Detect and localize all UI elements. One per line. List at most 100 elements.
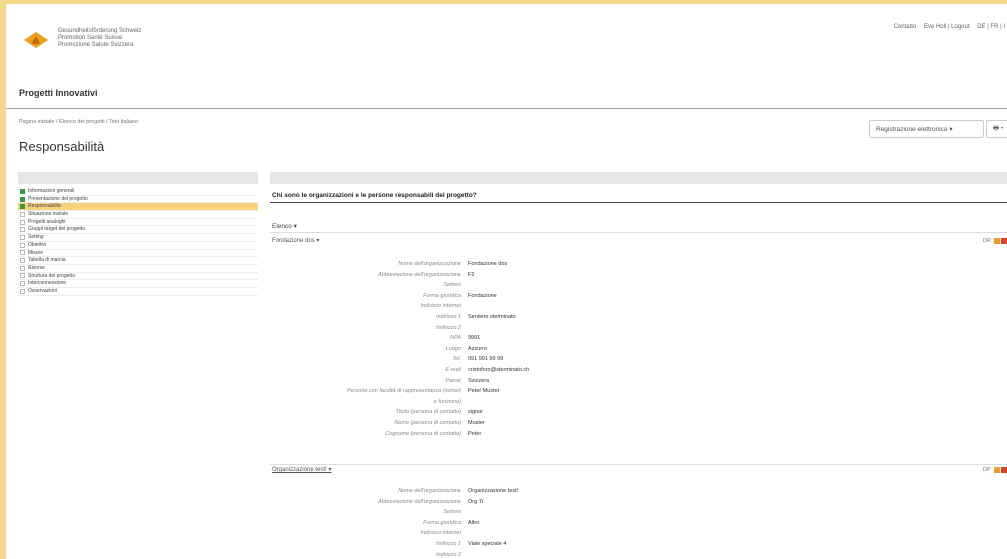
sidebar-item-label: Gruppi target del progetto bbox=[28, 226, 85, 233]
org-tag: DP bbox=[983, 467, 991, 473]
field-row: e funzione) bbox=[276, 397, 776, 408]
field-label: Persone con facoltà di rappresentanza (n… bbox=[346, 388, 461, 395]
field-row: Indirizzo internet bbox=[276, 528, 776, 539]
delete-icon[interactable] bbox=[1001, 238, 1007, 244]
field-row: Forma giuridica Altro bbox=[276, 518, 776, 529]
sidebar-item-label: Osservazioni bbox=[28, 287, 57, 294]
field-row: Indirizzo 2 bbox=[276, 323, 776, 334]
field-label: Nome (persona di contatto) bbox=[394, 419, 461, 426]
top-links: Contatto Eve Holl | Logout DE | FR | I bbox=[888, 24, 1005, 30]
org-toggle[interactable]: Fondazione dos ▾ bbox=[272, 237, 319, 244]
checkbox-icon bbox=[20, 281, 25, 287]
sidebar-item-label: Situazione iniziale bbox=[28, 211, 69, 218]
field-value: Svizzera bbox=[468, 377, 490, 384]
field-label: Indirizzo 2 bbox=[435, 551, 461, 558]
user-logout-link[interactable]: Eve Holl | Logout bbox=[924, 24, 970, 30]
field-value: 9991 bbox=[468, 335, 481, 342]
sidebar-item-label: Progetti analoghi bbox=[28, 218, 66, 225]
field-label: Indirizzo 1 bbox=[435, 540, 461, 547]
field-label: NPA bbox=[450, 335, 461, 342]
logo-line: Promotion Santé Suisse bbox=[58, 35, 123, 41]
field-label: Nome dell'organizzazione bbox=[398, 261, 461, 267]
field-row: E-mail cristoforo@sterminato.ch bbox=[276, 365, 776, 376]
field-value: Org Ti bbox=[468, 498, 483, 505]
list-toggle[interactable]: Elenco ▾ bbox=[272, 222, 297, 230]
logo-icon[interactable] bbox=[22, 26, 50, 52]
app-window: Gesundheitsförderung Schweiz Promotion S… bbox=[6, 4, 1007, 559]
field-value: signor bbox=[468, 409, 483, 416]
check-icon bbox=[20, 196, 25, 202]
field-row: Persone con facoltà di rappresentanza (n… bbox=[276, 386, 776, 397]
edit-icon[interactable] bbox=[994, 467, 1000, 473]
field-value: Sentiero sterminato bbox=[468, 313, 516, 320]
checkbox-icon bbox=[20, 219, 25, 225]
edit-icon[interactable] bbox=[994, 238, 1000, 244]
field-value: F2 bbox=[468, 271, 475, 278]
app-bar: Progetti Innovativi bbox=[6, 76, 1007, 109]
checkbox-icon bbox=[20, 242, 25, 248]
sidebar-item[interactable]: Presentazione del progetto bbox=[18, 196, 258, 204]
sidebar-item[interactable]: Setting bbox=[18, 234, 258, 242]
delete-icon[interactable] bbox=[1001, 467, 1007, 473]
field-label: Cognome (persona di contatto) bbox=[385, 430, 461, 437]
sidebar-item[interactable]: Tabella di marcia bbox=[18, 257, 258, 265]
org-fields: Nome dell'organizzazione Fondazione dos Ab… bbox=[276, 259, 776, 439]
sidebar-item[interactable]: Situazione iniziale bbox=[18, 211, 258, 219]
sidebar-item[interactable]: Informazioni generali bbox=[18, 188, 258, 196]
field-label: Paese bbox=[445, 377, 461, 384]
checkbox-icon bbox=[20, 265, 25, 271]
breadcrumb[interactable]: Pagina iniziale / Elenco dei progetti / … bbox=[19, 119, 138, 125]
field-value: Peter bbox=[468, 430, 482, 437]
registration-dropdown-button[interactable]: Registrazione elettronica ▾ bbox=[869, 120, 984, 138]
field-row: Abbreviazione dell'organizzazione Org Ti bbox=[276, 497, 776, 508]
field-label: Titolo (persona di contatto) bbox=[395, 409, 461, 416]
language-switch[interactable]: DE | FR | I bbox=[977, 24, 1005, 30]
field-row: Nome dell'organizzazione Organizzazione t… bbox=[276, 486, 776, 497]
checkbox-icon bbox=[20, 227, 25, 233]
checkbox-icon bbox=[20, 250, 25, 256]
field-row: Luogo Azzurro bbox=[276, 344, 776, 355]
field-value: Organizzazione test! bbox=[468, 488, 519, 494]
field-row: Paese Svizzera bbox=[276, 376, 776, 387]
app-title[interactable]: Progetti Innovativi bbox=[19, 88, 98, 98]
sidebar-item-label: Struttura del progetto bbox=[28, 272, 75, 279]
field-row: Abbreviazione dell'organizzazione F2 bbox=[276, 270, 776, 281]
field-row: Settore bbox=[276, 280, 776, 291]
sidebar-item[interactable]: Responsabilità bbox=[18, 203, 258, 212]
field-row: Cognome (persona di contatto) Peter bbox=[276, 429, 776, 440]
logo-line: Promozione Salute Svizzera bbox=[58, 42, 134, 48]
sidebar-item-label: Responsabilità bbox=[28, 203, 61, 210]
sidebar-item[interactable]: Progetti analoghi bbox=[18, 219, 258, 227]
field-label: Indirizzo 2 bbox=[435, 324, 461, 331]
sidebar-item[interactable]: Osservazioni bbox=[18, 288, 258, 296]
checkbox-icon bbox=[20, 211, 25, 217]
field-label: Settore bbox=[443, 282, 461, 289]
sidebar-item-label: Tabella di marcia bbox=[28, 257, 66, 264]
sidebar-item[interactable]: Struttura del progetto bbox=[18, 273, 258, 281]
checkbox-icon bbox=[20, 288, 25, 294]
contact-link[interactable]: Contatto bbox=[894, 24, 917, 30]
logo-text: Gesundheitsförderung Schweiz Promotion S… bbox=[58, 28, 141, 49]
sidebar-item[interactable]: Risorse bbox=[18, 265, 258, 273]
checkbox-icon bbox=[20, 258, 25, 264]
divider bbox=[270, 464, 1007, 465]
sidebar-item[interactable]: Gruppi target del progetto bbox=[18, 226, 258, 235]
field-row: Indirizzo 2 bbox=[276, 550, 776, 559]
field-label: Luogo bbox=[445, 345, 461, 352]
sidebar-item-label: Risorse bbox=[28, 264, 45, 271]
field-value: Muster bbox=[468, 419, 485, 426]
field-label: Indirizzo internet bbox=[420, 303, 461, 310]
field-label: Nome dell'organizzazione bbox=[398, 488, 461, 494]
print-button[interactable]: 🖶 ▾ bbox=[986, 120, 1007, 138]
sidebar-item[interactable]: Misure bbox=[18, 250, 258, 258]
sidebar-item[interactable]: Interconnessione bbox=[18, 280, 258, 288]
field-label: Tel. bbox=[452, 356, 461, 363]
field-value: 091 991 99 99 bbox=[468, 356, 504, 363]
field-label: Abbreviazione dell'organizzazione bbox=[378, 498, 461, 505]
org-toggle[interactable]: Organizzazione test! ▾ bbox=[272, 466, 331, 473]
sidebar-item-label: Obiettivi bbox=[28, 241, 47, 248]
field-value: cristoforo@sterminato.ch bbox=[468, 366, 530, 373]
field-label: Settore bbox=[443, 509, 461, 516]
sidebar-item[interactable]: Obiettivi bbox=[18, 242, 258, 250]
section-question: Chi sono le organizzazioni e le persone … bbox=[272, 192, 477, 199]
